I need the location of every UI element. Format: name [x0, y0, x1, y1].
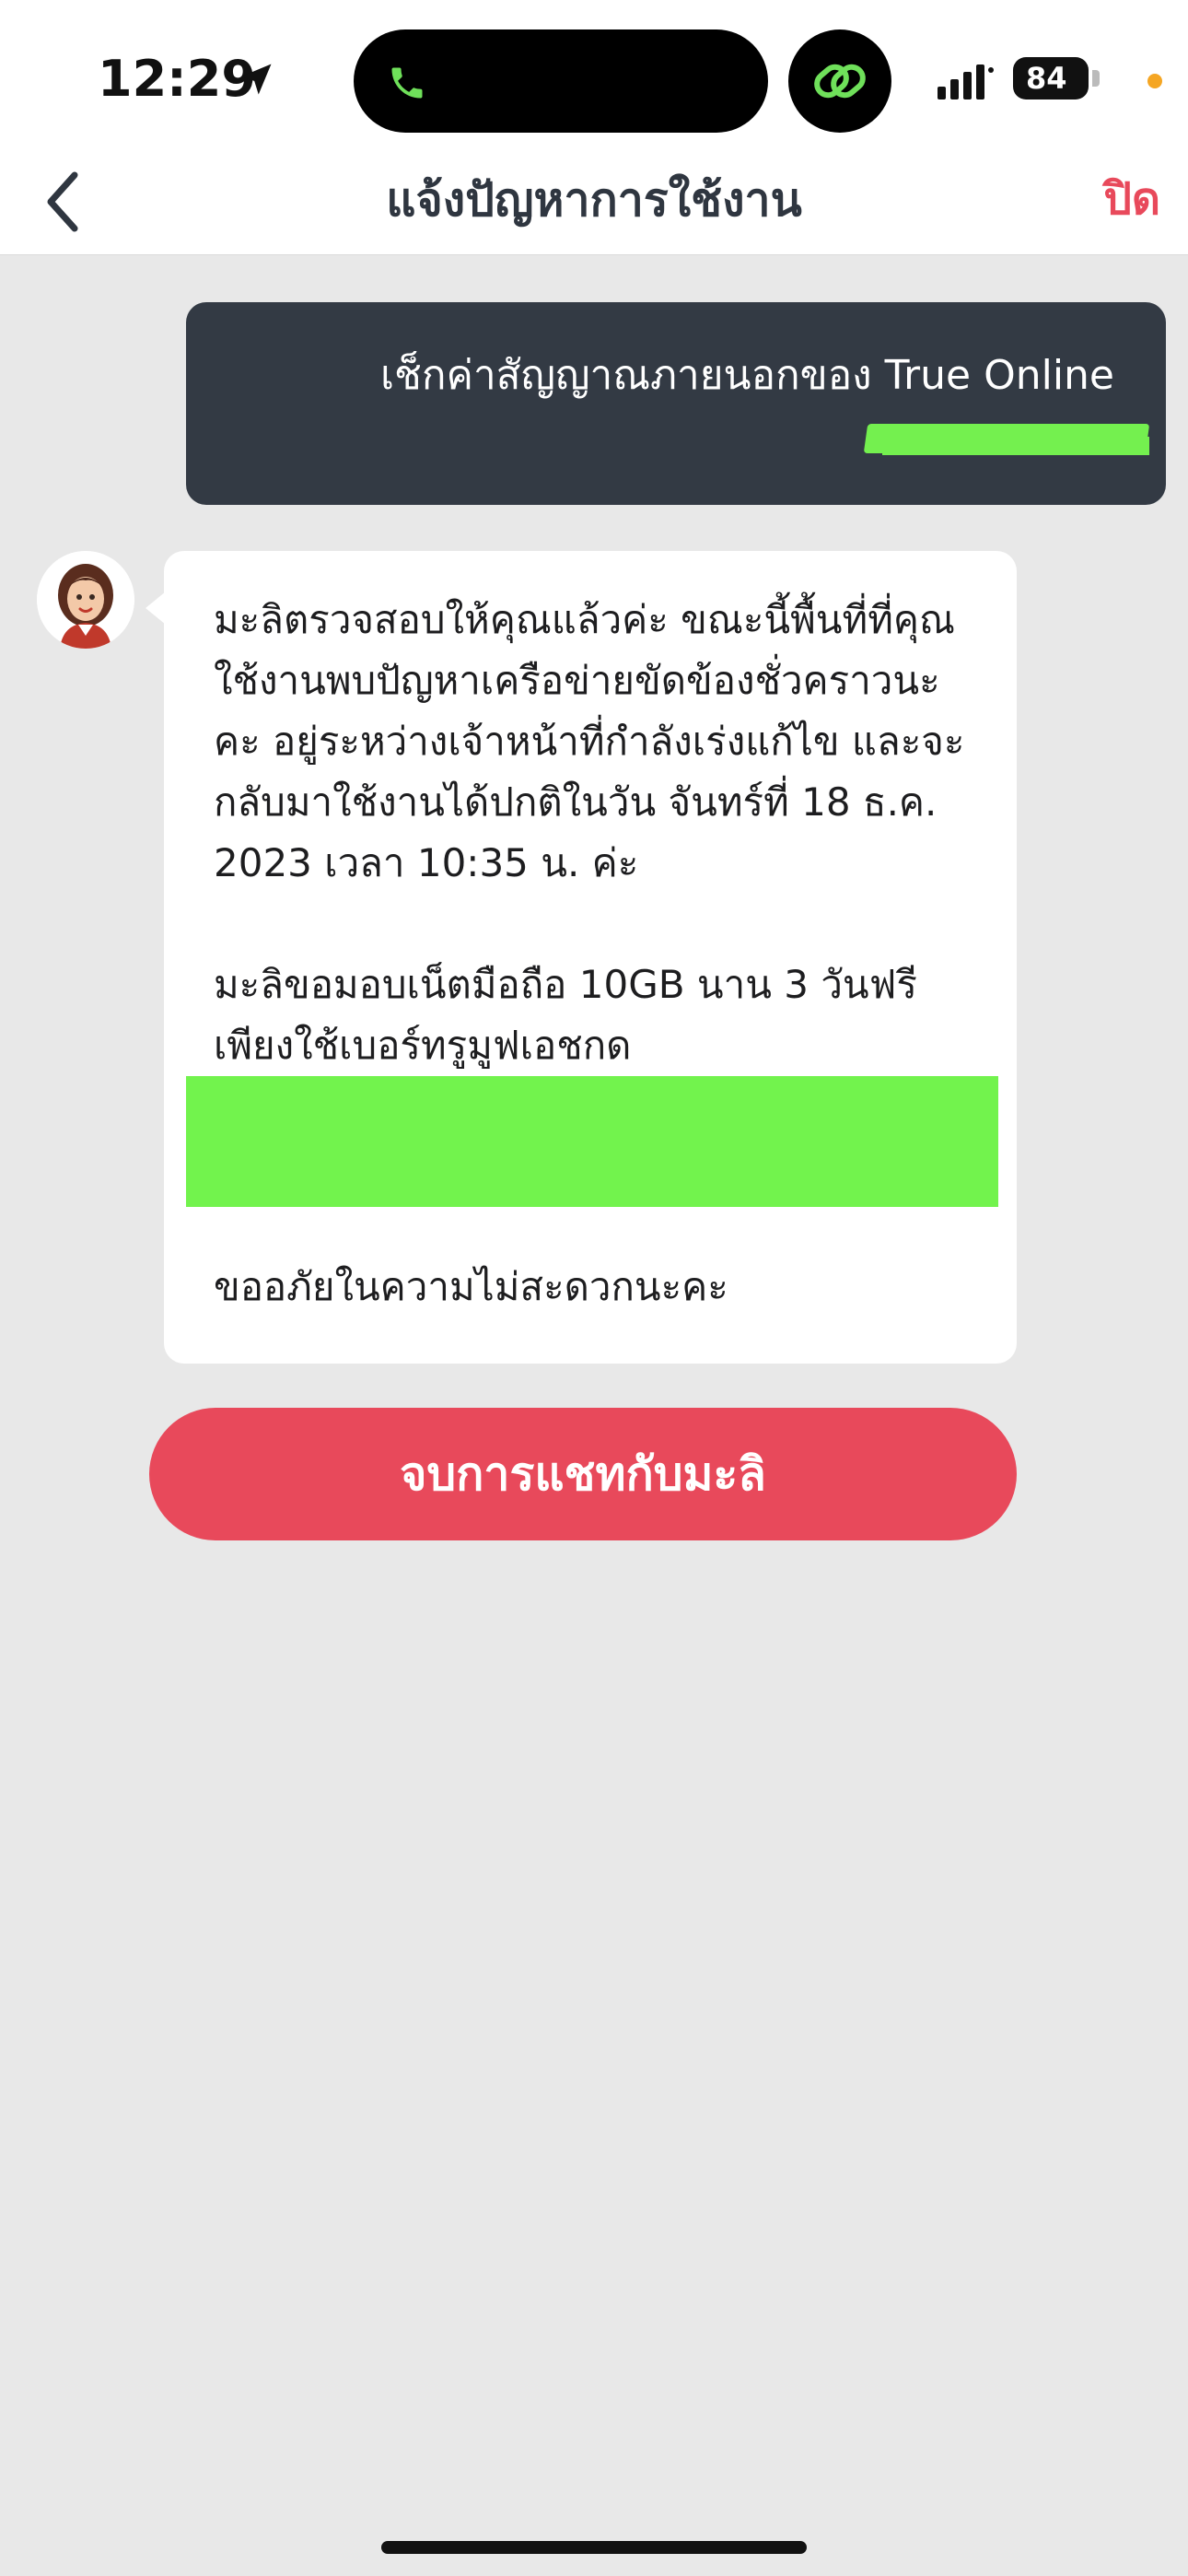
battery-icon: 84 [1013, 57, 1089, 100]
bot-message-paragraph: ขออภัยในความไม่สะดวกนะคะ [214, 1264, 728, 1309]
screen: 12:29 84 แจ้งปัญหาการใช้งาน ปิด เช็กค่าส… [0, 0, 1188, 2576]
close-button[interactable]: ปิด [1103, 164, 1160, 234]
bot-avatar [37, 551, 134, 649]
redaction-mark [882, 437, 1149, 455]
signal-icon [938, 64, 994, 100]
location-arrow-icon [240, 64, 272, 95]
battery-tip [1092, 70, 1100, 87]
page-title: แจ้งปัญหาการใช้งาน [386, 173, 802, 227]
status-bar: 12:29 84 [0, 0, 1188, 147]
status-time: 12:29 [98, 50, 256, 108]
bot-message-paragraph: มะลิตรวจสอบให้คุณแล้วค่ะ ขณะนี้พื้นที่ที… [214, 597, 965, 885]
bot-bubble-tail [146, 591, 166, 625]
redaction-block [186, 1076, 998, 1207]
phone-icon [391, 67, 423, 99]
user-message-bubble: เช็กค่าสัญญาณภายนอกของ True Online [186, 302, 1166, 505]
nav-bar: แจ้งปัญหาการใช้งาน ปิด [0, 147, 1188, 255]
link-icon [814, 64, 866, 99]
bot-message-paragraph: มะลิขอมอบเน็ตมือถือ 10GB นาน 3 วันฟรี เพ… [214, 962, 917, 1068]
bot-message-bubble: มะลิตรวจสอบให้คุณแล้วค่ะ ขณะนี้พื้นที่ที… [164, 551, 1017, 1364]
end-chat-button[interactable]: จบการแชทกับมะลิ [149, 1408, 1017, 1540]
privacy-indicator-dot [1147, 74, 1162, 88]
avatar-icon [37, 551, 134, 649]
user-message-text: เช็กค่าสัญญาณภายนอกของ True Online [379, 352, 1114, 399]
home-indicator[interactable] [381, 2541, 807, 2554]
